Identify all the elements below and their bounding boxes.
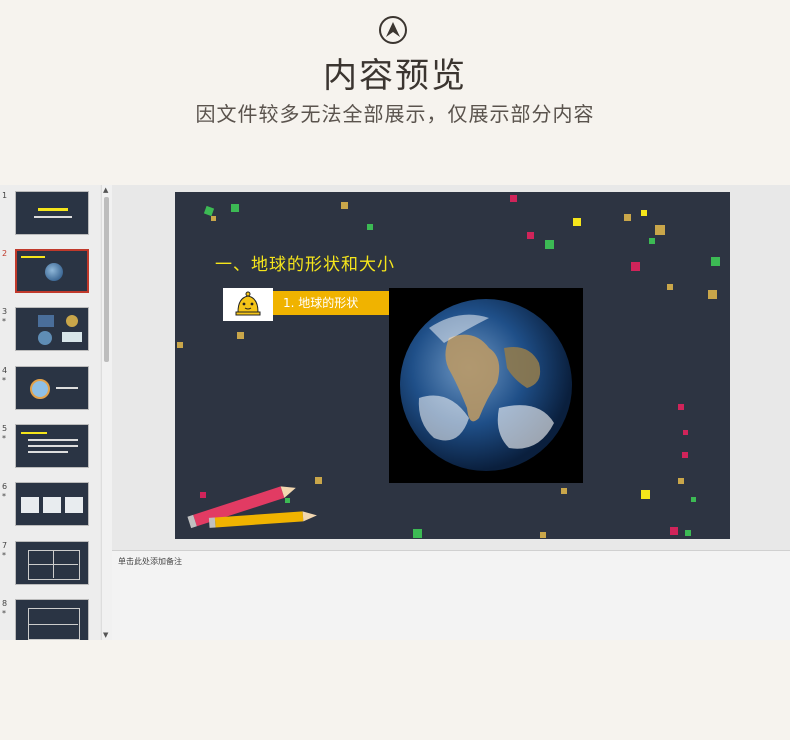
notes-panel[interactable]: 单击此处添加备注 — [112, 550, 790, 641]
slide-thumbnail[interactable]: 2 — [0, 249, 100, 303]
slide-number: 6 — [2, 482, 8, 491]
section-badge: 1. 地球的形状 — [223, 288, 427, 321]
preview-header: 内容预览 因文件较多无法全部展示，仅展示部分内容 — [0, 0, 790, 185]
thumbnail-scrollbar[interactable]: ▲ ▼ — [101, 185, 112, 640]
slide-thumbnail[interactable]: 7 * — [0, 541, 100, 595]
slide-number: 3 — [2, 307, 8, 316]
slide-number: 2 — [2, 249, 8, 258]
slide-star: * — [2, 317, 6, 326]
slide-thumbnail-image — [15, 541, 89, 585]
slide-thumbnail-image — [15, 366, 89, 410]
slide-star: * — [2, 434, 6, 443]
earth-image — [389, 288, 583, 483]
page-title: 内容预览 — [323, 56, 467, 96]
scroll-up-icon[interactable]: ▲ — [103, 186, 108, 194]
slide-thumbnail-image — [15, 599, 89, 640]
slide-number: 5 — [2, 424, 8, 433]
slide-thumbnail-image — [15, 191, 89, 235]
bottom-spacer — [0, 640, 790, 740]
slide-thumbnail[interactable]: 3 * — [0, 307, 100, 361]
slide-thumbnail-panel: 1 2 3 * 4 * 5 * 6 * 7 * 8 * — [0, 185, 100, 640]
slide-canvas-area: 一、地球的形状和大小 1. 地球的形状 — [112, 185, 790, 550]
notes-placeholder[interactable]: 单击此处添加备注 — [118, 556, 182, 567]
slide-thumbnail[interactable]: 8 * — [0, 599, 100, 640]
slide-star: * — [2, 376, 6, 385]
slide-thumbnail-image — [15, 424, 89, 468]
slide-number: 4 — [2, 366, 8, 375]
slide-star: * — [2, 551, 6, 560]
slide-heading: 一、地球的形状和大小 — [215, 255, 395, 275]
presentation-editor: 1 2 3 * 4 * 5 * 6 * 7 * 8 * ▲ ▼ 一、地球的形状和… — [0, 185, 790, 641]
bell-icon — [223, 288, 273, 321]
slide-thumbnail[interactable]: 1 — [0, 191, 100, 245]
scroll-down-icon[interactable]: ▼ — [103, 631, 108, 639]
page-subtitle: 因文件较多无法全部展示，仅展示部分内容 — [195, 102, 595, 126]
slide-thumbnail[interactable]: 6 * — [0, 482, 100, 536]
slide-star: * — [2, 492, 6, 501]
current-slide[interactable]: 一、地球的形状和大小 1. 地球的形状 — [175, 192, 730, 539]
slide-thumbnail-image — [15, 249, 89, 293]
slide-thumbnail[interactable]: 4 * — [0, 366, 100, 420]
slide-thumbnail-image — [15, 307, 89, 351]
slide-thumbnail-image — [15, 482, 89, 526]
slide-number: 8 — [2, 599, 8, 608]
upload-arrow-icon — [379, 16, 407, 44]
scroll-thumb[interactable] — [104, 197, 109, 362]
slide-star: * — [2, 609, 6, 618]
slide-number: 1 — [2, 191, 8, 200]
slide-number: 7 — [2, 541, 8, 550]
slide-thumbnail[interactable]: 5 * — [0, 424, 100, 478]
